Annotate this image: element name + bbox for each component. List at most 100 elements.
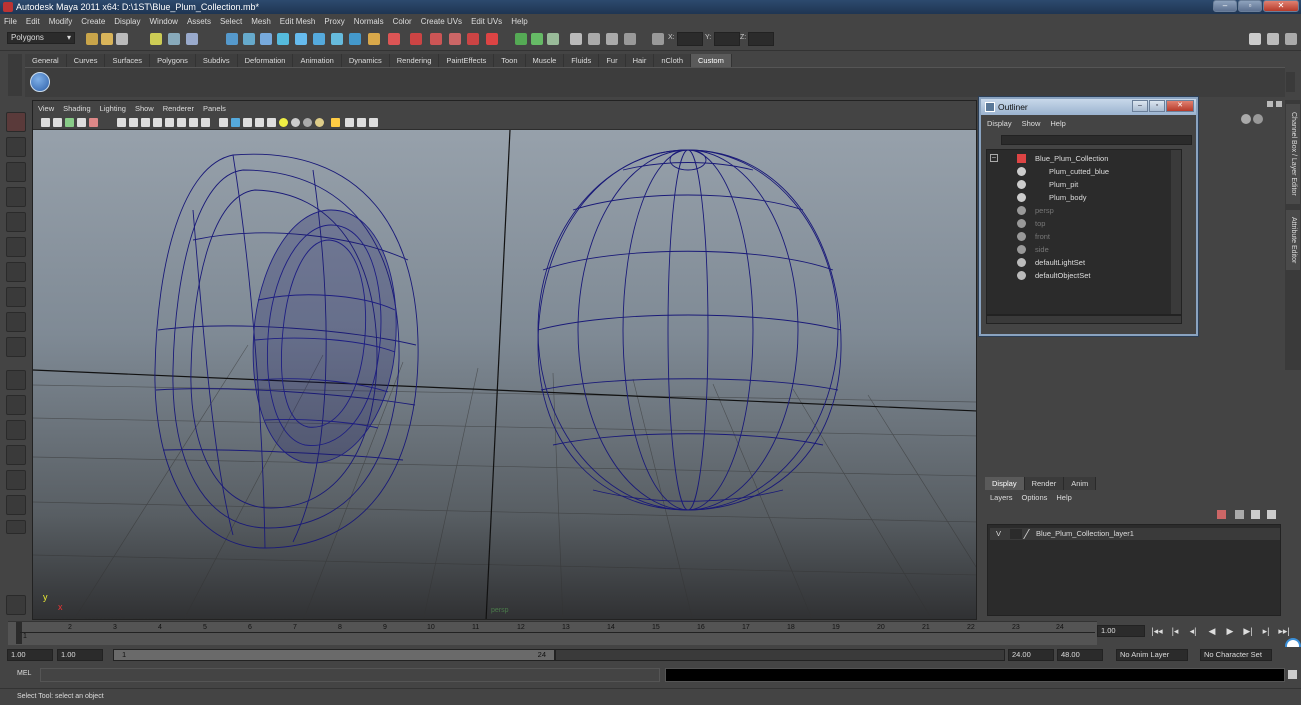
tab-surfaces[interactable]: Surfaces <box>105 54 151 67</box>
persp-outliner-layout-icon[interactable] <box>6 420 26 440</box>
playback-start-field[interactable]: 1.00 <box>57 649 103 661</box>
list-item[interactable]: front <box>1017 230 1050 243</box>
perspective-viewport[interactable]: View Shading Lighting Show Renderer Pane… <box>32 100 977 620</box>
tab-display-layers[interactable]: Display <box>985 477 1025 490</box>
tab-deformation[interactable]: Deformation <box>237 54 294 67</box>
pin-icon[interactable] <box>1253 114 1263 124</box>
tab-ncloth[interactable]: nCloth <box>654 54 692 67</box>
step-forward-key-button[interactable]: ▸| <box>1259 625 1273 637</box>
flat-light-icon[interactable] <box>303 118 312 127</box>
tab-general[interactable]: General <box>25 54 67 67</box>
list-item[interactable]: top <box>1017 217 1045 230</box>
time-slider[interactable]: 1 2 3 4 5 6 7 8 9 10 11 12 13 14 15 16 1… <box>8 621 1097 645</box>
menu-window[interactable]: Window <box>150 17 178 26</box>
list-item[interactable]: Plum_cutted_blue <box>1017 165 1109 178</box>
select-hierarchy-icon[interactable] <box>150 33 162 45</box>
select-component-icon[interactable] <box>186 33 198 45</box>
tab-subdivs[interactable]: Subdivs <box>195 54 238 67</box>
textured-icon[interactable] <box>201 118 210 127</box>
shelf-scroll[interactable] <box>1286 72 1295 92</box>
channel-box-icon[interactable] <box>1241 114 1251 124</box>
script-editor-icon[interactable] <box>1288 670 1297 679</box>
go-to-start-button[interactable]: |◂◂ <box>1150 625 1164 637</box>
menu-mesh[interactable]: Mesh <box>251 17 271 26</box>
go-to-end-button[interactable]: ▸▸| <box>1277 625 1291 637</box>
show-channel-box-icon[interactable] <box>547 33 559 45</box>
show-attribute-editor-icon[interactable] <box>515 33 527 45</box>
absolute-transform-icon[interactable] <box>467 33 479 45</box>
rename-icon[interactable] <box>449 33 461 45</box>
use-default-material-icon[interactable] <box>243 118 252 127</box>
mel-input[interactable] <box>40 668 660 682</box>
transform-field-mode-icon[interactable] <box>652 33 664 45</box>
close-button[interactable]: ✕ <box>1263 0 1299 12</box>
menu-select[interactable]: Select <box>220 17 242 26</box>
menu-assets[interactable]: Assets <box>187 17 211 26</box>
history-icon[interactable] <box>313 33 325 45</box>
range-slider[interactable]: 1 24 <box>113 649 555 661</box>
animation-end-field[interactable]: 48.00 <box>1057 649 1103 661</box>
maximize-button[interactable]: ▫ <box>1238 0 1262 12</box>
bookmarks-icon[interactable] <box>53 118 62 127</box>
resolution-gate-icon[interactable] <box>89 118 98 127</box>
outliner-filter-field[interactable] <box>1001 135 1192 145</box>
select-object-icon[interactable] <box>168 33 180 45</box>
tab-custom[interactable]: Custom <box>691 54 732 67</box>
list-item[interactable]: persp <box>1017 204 1054 217</box>
snapshot-icon[interactable] <box>369 118 378 127</box>
snap-point-icon[interactable] <box>260 33 272 45</box>
move-layer-down-icon[interactable] <box>1235 510 1244 519</box>
snap-curve-icon[interactable] <box>243 33 255 45</box>
new-empty-layer-icon[interactable] <box>1251 510 1260 519</box>
outliner-title-bar[interactable]: Outliner ‒ ▫ ✕ <box>981 99 1196 115</box>
safe-title-icon[interactable] <box>153 118 162 127</box>
move-tool-icon[interactable] <box>6 187 26 207</box>
tab-fur[interactable]: Fur <box>599 54 626 67</box>
menu-edit-mesh[interactable]: Edit Mesh <box>280 17 316 26</box>
last-used-tool-icon[interactable] <box>6 337 26 357</box>
play-backwards-button[interactable]: ◀ <box>1205 625 1219 637</box>
toggle-attribute-panel-icon[interactable] <box>1249 33 1261 45</box>
grid-toggle-icon[interactable] <box>165 118 174 127</box>
tab-curves[interactable]: Curves <box>66 54 106 67</box>
vp-menu-view[interactable]: View <box>38 104 54 113</box>
list-item[interactable]: Plum_body <box>1017 191 1087 204</box>
paint-select-tool-icon[interactable] <box>6 162 26 182</box>
lights-icon[interactable] <box>267 118 276 127</box>
step-back-frame-button[interactable]: ◂| <box>1186 625 1200 637</box>
snap-view-plane-icon[interactable] <box>277 33 289 45</box>
save-scene-icon[interactable] <box>116 33 128 45</box>
minimize-button[interactable]: ‒ <box>1213 0 1237 12</box>
four-view-layout-icon[interactable] <box>6 395 26 415</box>
show-manipulator-icon[interactable] <box>6 312 26 332</box>
menu-display[interactable]: Display <box>114 17 140 26</box>
list-item[interactable]: side <box>1017 243 1049 256</box>
default-light-icon[interactable] <box>291 118 300 127</box>
menu-modify[interactable]: Modify <box>49 17 73 26</box>
selected-light-icon[interactable] <box>315 118 324 127</box>
persp-graph-layout-icon[interactable] <box>6 445 26 465</box>
menu-set-dropdown[interactable]: Polygons <box>7 32 75 44</box>
outliner-menu-display[interactable]: Display <box>987 119 1012 128</box>
tab-polygons[interactable]: Polygons <box>150 54 196 67</box>
layer-menu-options[interactable]: Options <box>1022 493 1048 502</box>
collapse-toggle-icon[interactable]: – <box>990 154 998 162</box>
show-tool-settings-icon[interactable] <box>531 33 543 45</box>
mel-label[interactable]: MEL <box>17 670 31 677</box>
relative-transform-icon[interactable] <box>486 33 498 45</box>
vp-menu-shading[interactable]: Shading <box>63 104 91 113</box>
vp-menu-renderer[interactable]: Renderer <box>163 104 194 113</box>
outliner-horizontal-scrollbar[interactable] <box>986 315 1182 324</box>
tab-anim-layers[interactable]: Anim <box>1064 477 1097 490</box>
layer-template-toggle[interactable] <box>1010 529 1022 539</box>
wireframe-on-shaded-icon[interactable] <box>231 118 240 127</box>
image-plane-icon[interactable] <box>65 118 74 127</box>
panel-close-icon[interactable] <box>1276 101 1282 107</box>
tab-painteffects[interactable]: PaintEffects <box>439 54 495 67</box>
check-icon[interactable] <box>30 72 50 92</box>
input-line-icon[interactable] <box>410 33 422 45</box>
layer-row[interactable]: V Blue_Plum_Collection_layer1 <box>990 528 1280 540</box>
list-item[interactable]: defaultObjectSet <box>1017 269 1090 282</box>
hypershade-persp-layout-icon[interactable] <box>6 470 26 490</box>
wireframe-icon[interactable] <box>177 118 186 127</box>
